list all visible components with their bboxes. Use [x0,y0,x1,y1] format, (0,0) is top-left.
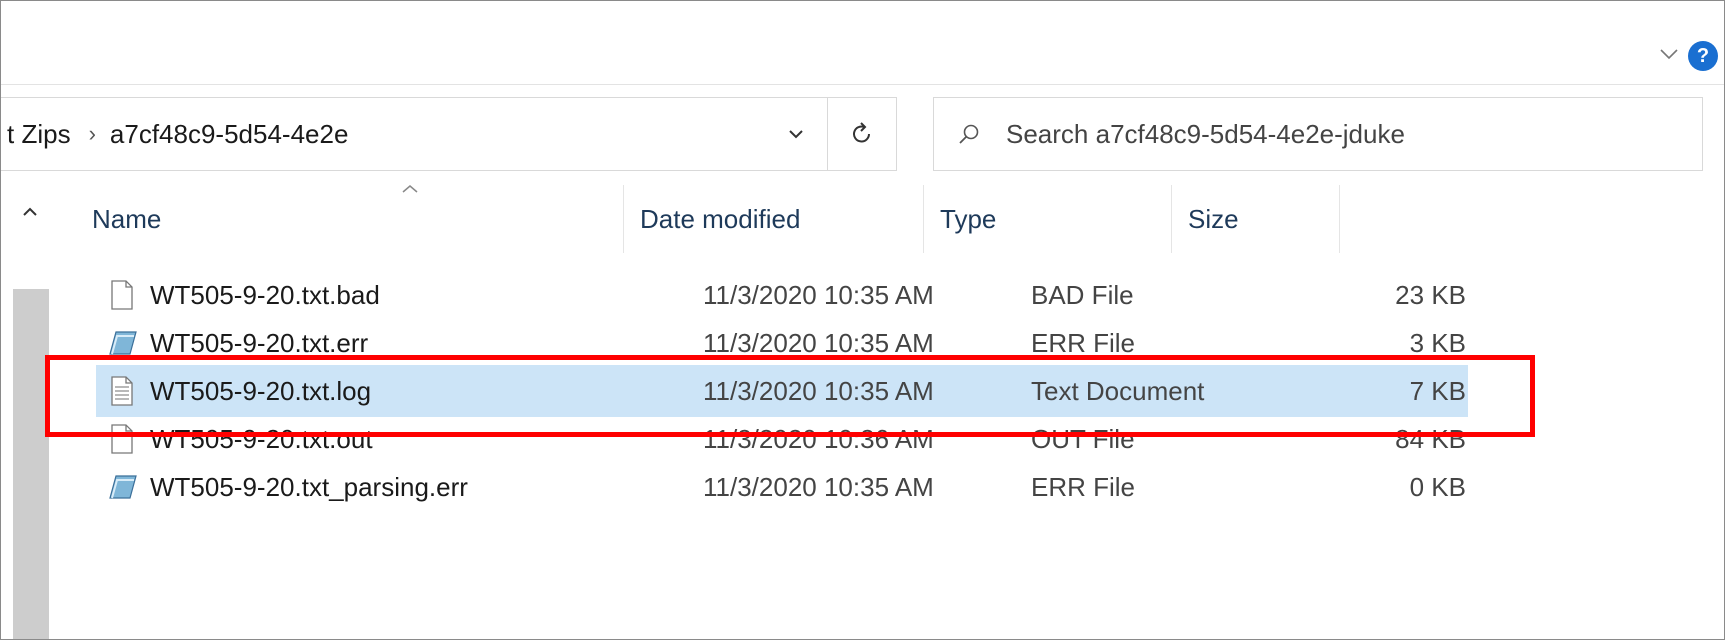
sort-ascending-icon [398,179,422,199]
blank-file-icon [104,269,140,321]
file-row[interactable]: WT505-9-20.txt_parsing.err 11/3/2020 10:… [96,461,1468,513]
search-box[interactable] [933,97,1703,171]
column-header-name-label: Name [92,203,162,234]
file-date: 11/3/2020 10:35 AM [703,471,934,502]
expand-ribbon-chevron-icon[interactable] [1658,43,1680,65]
file-row[interactable]: WT505-9-20.txt.bad 11/3/2020 10:35 AM BA… [96,269,1468,321]
file-type: ERR File [1031,471,1136,502]
breadcrumb-item-parent[interactable]: t Zips [7,119,71,150]
column-header-type[interactable]: Type [924,185,1172,253]
file-date: 11/3/2020 10:35 AM [703,279,934,310]
help-icon[interactable]: ? [1688,41,1718,71]
annotation-highlight-box [45,355,1535,437]
ribbon-collapsed: ? [1,1,1724,85]
address-history-dropdown-icon[interactable] [764,98,828,170]
nav-scroll-up-icon[interactable] [15,197,45,227]
err-file-icon [104,461,140,513]
file-type: BAD File [1031,279,1134,310]
nav-scrollbar-thumb[interactable] [13,289,49,639]
search-icon [934,122,1004,146]
column-header-size-label: Size [1188,203,1239,234]
column-headers: Name Date modified Type Size [56,185,1476,253]
file-name: WT505-9-20.txt_parsing.err [150,471,468,502]
column-header-name[interactable]: Name [76,185,624,253]
breadcrumb-item-current[interactable]: a7cf48c9-5d54-4e2e [110,119,349,150]
column-header-type-label: Type [940,203,997,234]
breadcrumb-separator-icon[interactable]: › [89,121,96,147]
file-explorer-window: ? t Zips › a7cf48c9-5d54-4e2e Search a7c… [0,0,1725,640]
search-input[interactable] [1004,103,1702,165]
column-header-size[interactable]: Size [1172,185,1340,253]
file-name: WT505-9-20.txt.bad [150,279,380,310]
refresh-icon[interactable] [828,98,896,170]
address-bar[interactable]: t Zips › a7cf48c9-5d54-4e2e [1,97,897,171]
column-header-date-label: Date modified [640,203,801,234]
column-header-date-modified[interactable]: Date modified [624,185,924,253]
file-size: 0 KB [1409,471,1466,502]
file-size: 23 KB [1395,279,1466,310]
breadcrumb: t Zips › a7cf48c9-5d54-4e2e [1,119,764,150]
